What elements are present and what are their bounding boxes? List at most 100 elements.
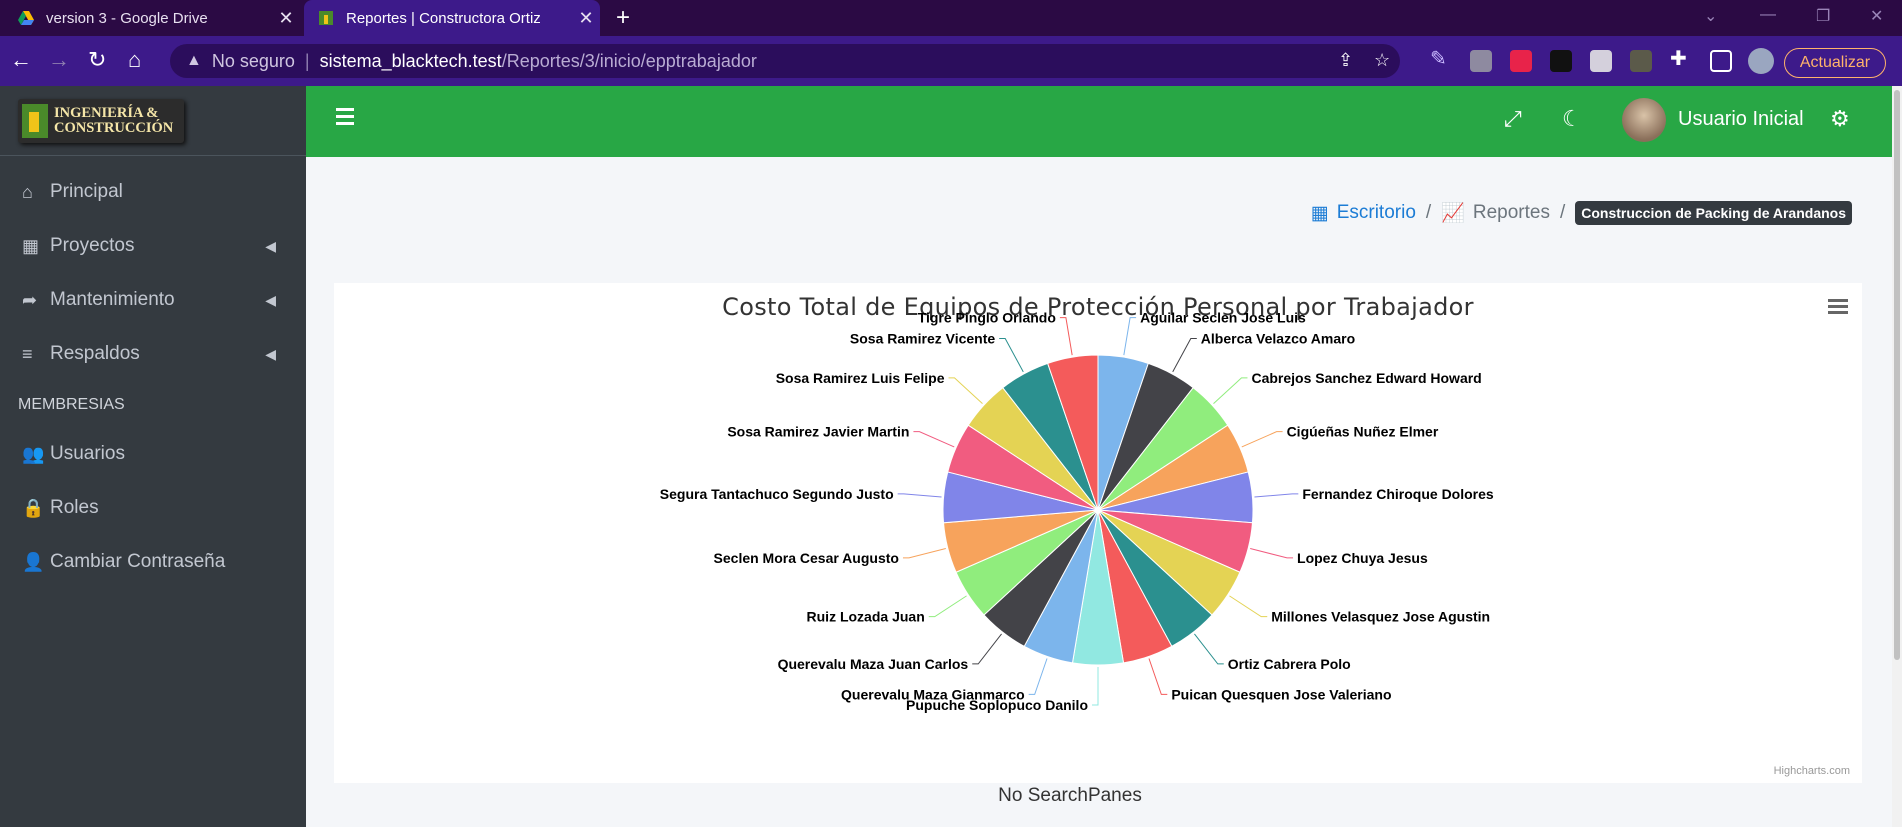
pie-data-label: Cabrejos Sanchez Edward Howard bbox=[1251, 370, 1481, 386]
user-icon: 👤 bbox=[22, 551, 45, 572]
sidebar-item-principal[interactable]: ⌂ Principal bbox=[0, 172, 306, 212]
pie-connector bbox=[1092, 667, 1099, 706]
users-icon: 👥 bbox=[22, 443, 45, 464]
constructora-favicon-icon bbox=[319, 11, 333, 25]
extension-m-icon[interactable] bbox=[1510, 50, 1532, 72]
chart-card: Costo Total de Equipos de Protección Per… bbox=[334, 283, 1862, 783]
pie-data-label: Cigúeñas Nuñez Elmer bbox=[1287, 424, 1439, 440]
pie-connector bbox=[928, 595, 967, 618]
extension-window-icon[interactable] bbox=[1590, 50, 1612, 72]
pie-connector bbox=[913, 431, 955, 448]
sidebar-header-membresias: MEMBRESIAS bbox=[18, 396, 125, 413]
share-icon[interactable]: ⇪ bbox=[1338, 50, 1353, 71]
chevron-left-icon: ◀ bbox=[265, 237, 276, 254]
chevron-left-icon: ◀ bbox=[265, 345, 276, 362]
user-name[interactable]: Usuario Inicial bbox=[1678, 108, 1804, 131]
update-button[interactable]: Actualizar bbox=[1784, 48, 1886, 78]
database-icon: ≡ bbox=[22, 343, 33, 364]
sidebar-item-roles[interactable]: 🔒 Roles bbox=[0, 488, 306, 528]
url-input[interactable]: ▲ No seguro | sistema_blacktech.test /Re… bbox=[170, 44, 1400, 78]
pie-data-label: Querevalu Maza Gianmarco bbox=[841, 686, 1025, 702]
pie-connector bbox=[902, 548, 946, 559]
sidebar-item-cambiar-contrasena[interactable]: 👤 Cambiar Contraseña bbox=[0, 542, 306, 582]
pie-data-label: Querevalu Maza Juan Carlos bbox=[778, 656, 969, 672]
pie-connector bbox=[1194, 633, 1224, 665]
settings-gears-icon[interactable]: ⚙ bbox=[1830, 106, 1850, 132]
pie-chart: Aguilar Seclen Jose Luis Alberca Velazco … bbox=[660, 310, 1494, 713]
pie-data-label: Ruiz Lozada Juan bbox=[807, 609, 925, 625]
pie-connector bbox=[972, 633, 1002, 665]
pie-connector bbox=[1172, 338, 1197, 373]
pie-data-label: Sosa Ramirez Javier Martin bbox=[727, 424, 909, 440]
cubes-icon: ▦ bbox=[22, 235, 40, 256]
tab-title: version 3 - Google Drive bbox=[46, 9, 208, 27]
home-icon: ⌂ bbox=[22, 181, 33, 202]
pie-data-label: Lopez Chuya Jesus bbox=[1297, 550, 1428, 566]
extension-camera-icon[interactable] bbox=[1470, 50, 1492, 72]
extension-feather-icon[interactable]: ✎ bbox=[1430, 46, 1452, 70]
close-tab-icon[interactable]: ✕ bbox=[572, 8, 600, 29]
sidebar-item-proyectos[interactable]: ▦ Proyectos ◀ bbox=[0, 226, 306, 266]
url-path: /Reportes/3/inicio/epptrabajador bbox=[501, 50, 757, 71]
reload-icon[interactable]: ↻ bbox=[88, 47, 106, 73]
fullscreen-icon[interactable]: ⤢ bbox=[1504, 106, 1522, 132]
pie-connector bbox=[1028, 658, 1048, 695]
pie-connector bbox=[948, 377, 983, 405]
page-scrollbar[interactable] bbox=[1892, 86, 1902, 827]
bookmark-star-icon[interactable]: ☆ bbox=[1374, 50, 1390, 71]
pie-connector bbox=[1148, 658, 1168, 695]
breadcrumb-current-project: Construccion de Packing de Arandanos bbox=[1575, 201, 1852, 225]
pie-data-label: Aguilar Seclen Jose Luis bbox=[1140, 310, 1306, 326]
extension-grid-icon[interactable] bbox=[1630, 50, 1652, 72]
warning-icon: ▲ bbox=[186, 52, 202, 69]
close-tab-icon[interactable]: ✕ bbox=[272, 8, 300, 29]
menu-toggle-icon[interactable] bbox=[336, 108, 354, 129]
tab-google-drive[interactable]: version 3 - Google Drive ✕ bbox=[0, 0, 300, 36]
forward-icon[interactable]: → bbox=[48, 47, 70, 73]
main-content: ▦ Escritorio / 📈 Reportes / Construccion… bbox=[306, 157, 1892, 827]
minimize-icon[interactable]: — bbox=[1760, 6, 1776, 24]
brand[interactable]: INGENIERÍA & CONSTRUCCIÓN bbox=[0, 86, 306, 156]
profile-avatar[interactable] bbox=[1748, 48, 1774, 74]
browser-tab-bar: version 3 - Google Drive ✕ Reportes | Co… bbox=[0, 0, 1902, 36]
user-lock-icon: 🔒 bbox=[22, 497, 45, 518]
pie-data-label: Fernandez Chiroque Dolores bbox=[1302, 486, 1494, 502]
sidebar-item-respaldos[interactable]: ≡ Respaldos ◀ bbox=[0, 334, 306, 374]
sidebar: INGENIERÍA & CONSTRUCCIÓN ⌂ Principal ▦ … bbox=[0, 86, 306, 827]
pie-connector bbox=[1123, 317, 1137, 356]
pie-data-label: Millones Velasquez Jose Agustin bbox=[1271, 609, 1490, 625]
home-icon[interactable]: ⌂ bbox=[128, 47, 141, 73]
url-host: sistema_blacktech.test bbox=[319, 50, 502, 71]
company-logo: INGENIERÍA & CONSTRUCCIÓN bbox=[18, 98, 184, 143]
back-icon[interactable]: ← bbox=[10, 47, 32, 73]
sidebar-item-mantenimiento[interactable]: ➦ Mantenimiento ◀ bbox=[0, 280, 306, 320]
top-navbar: ⤢ ☾ Usuario Inicial ⚙ bbox=[306, 86, 1892, 157]
pie-connector bbox=[1213, 377, 1248, 405]
sidebar-item-usuarios[interactable]: 👥 Usuarios bbox=[0, 434, 306, 474]
no-searchpanes-text: No SearchPanes bbox=[998, 785, 1142, 806]
extension-a-icon[interactable] bbox=[1550, 50, 1572, 72]
close-window-icon[interactable]: ✕ bbox=[1870, 6, 1883, 26]
pie-connector bbox=[1229, 595, 1268, 618]
address-bar: ← → ↻ ⌂ ▲ No seguro | sistema_blacktech.… bbox=[0, 36, 1902, 86]
tab-search-icon[interactable]: ⌄ bbox=[1704, 6, 1717, 26]
breadcrumb: ▦ Escritorio / 📈 Reportes / Construccion… bbox=[1311, 201, 1852, 225]
pie-connector bbox=[1241, 431, 1283, 448]
pie-connector bbox=[1250, 548, 1294, 559]
breadcrumb-escritorio[interactable]: Escritorio bbox=[1337, 202, 1416, 224]
new-tab-icon[interactable]: + bbox=[616, 4, 630, 32]
breadcrumb-reportes[interactable]: Reportes bbox=[1473, 202, 1550, 224]
grid-icon: ▦ bbox=[1310, 202, 1329, 224]
dark-mode-moon-icon[interactable]: ☾ bbox=[1562, 106, 1582, 132]
maximize-icon[interactable]: ❐ bbox=[1816, 6, 1830, 26]
security-status: No seguro bbox=[211, 50, 295, 71]
tab-reportes[interactable]: Reportes | Constructora Ortiz ✕ bbox=[304, 0, 600, 36]
chevron-left-icon: ◀ bbox=[265, 291, 276, 308]
side-panel-icon[interactable] bbox=[1710, 50, 1732, 72]
extensions-puzzle-icon[interactable]: ✚ bbox=[1670, 46, 1692, 70]
pie-data-label: Sosa Ramirez Vicente bbox=[850, 331, 995, 347]
tab-title: Reportes | Constructora Ortiz bbox=[346, 9, 541, 27]
user-avatar[interactable] bbox=[1622, 98, 1666, 142]
pie-connector bbox=[1059, 317, 1073, 356]
chart-credits[interactable]: Highcharts.com bbox=[1774, 765, 1850, 777]
